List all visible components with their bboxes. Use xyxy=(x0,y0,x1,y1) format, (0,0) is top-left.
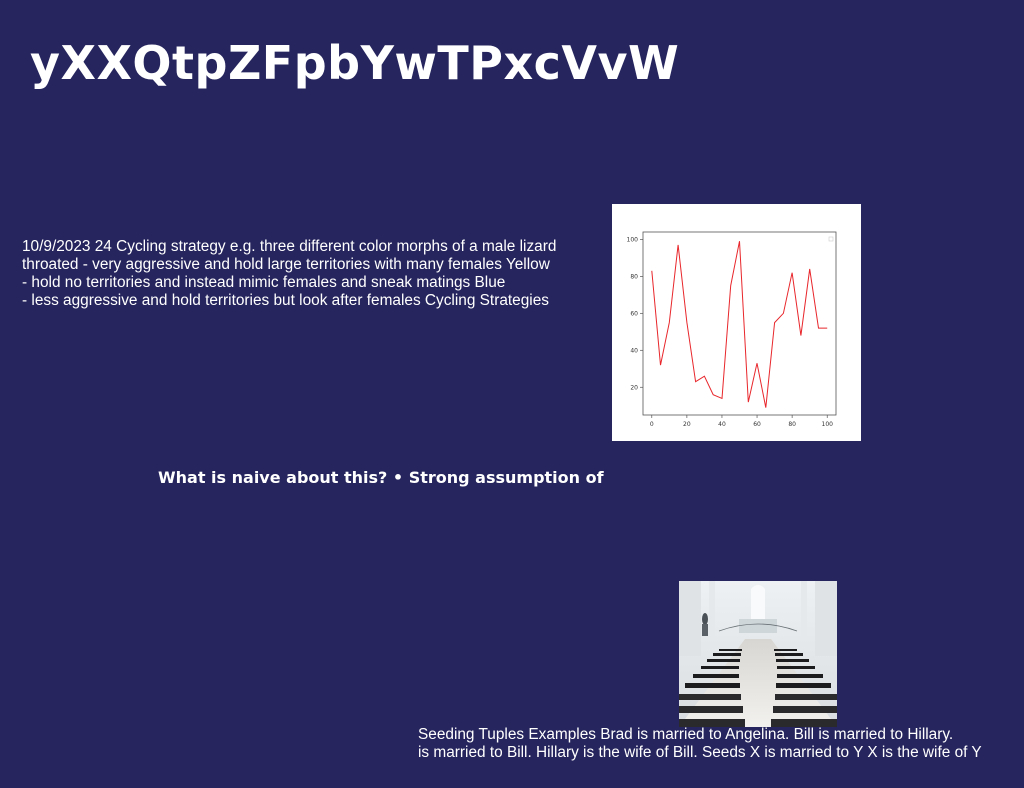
caption-line: Seeding Tuples Examples Brad is married … xyxy=(418,726,954,743)
body-line: - less aggressive and hold territories b… xyxy=(22,292,549,309)
x-tick-label: 40 xyxy=(718,421,726,428)
x-tick-label: 60 xyxy=(753,421,761,428)
y-tick-label: 20 xyxy=(630,384,638,391)
body-paragraph: 10/9/2023 24 Cycling strategy e.g. three… xyxy=(22,238,597,310)
chart-plot-frame xyxy=(642,231,837,416)
line-chart: 0 20 40 60 80 100 20 40 60 80 100 xyxy=(627,231,837,428)
y-tick-label: 40 xyxy=(630,347,638,354)
chart-series-line xyxy=(651,241,828,408)
y-tick-label: 60 xyxy=(630,310,638,317)
x-tick-label: 80 xyxy=(788,421,796,428)
body-line: throated - very aggressive and hold larg… xyxy=(22,256,550,273)
x-tick-label: 100 xyxy=(822,421,834,428)
caption-line: is married to Bill. Hillary is the wife … xyxy=(418,744,982,761)
y-tick-label: 80 xyxy=(630,273,638,280)
chart-legend-box xyxy=(828,236,834,242)
x-tick-label: 20 xyxy=(683,421,691,428)
question-text: What is naive about this? • Strong assum… xyxy=(158,468,604,487)
slide-title: yXXQtpZFpbYwTPxcVvW xyxy=(30,36,680,90)
church-photo xyxy=(679,581,837,727)
body-line: 10/9/2023 24 Cycling strategy e.g. three… xyxy=(22,238,557,255)
y-tick-label: 100 xyxy=(627,236,639,243)
body-line: - hold no territories and instead mimic … xyxy=(22,274,506,291)
line-chart-image: 0 20 40 60 80 100 20 40 60 80 100 xyxy=(612,204,861,441)
caption-paragraph: Seeding Tuples Examples Brad is married … xyxy=(418,726,1018,762)
x-tick-label: 0 xyxy=(650,421,654,428)
